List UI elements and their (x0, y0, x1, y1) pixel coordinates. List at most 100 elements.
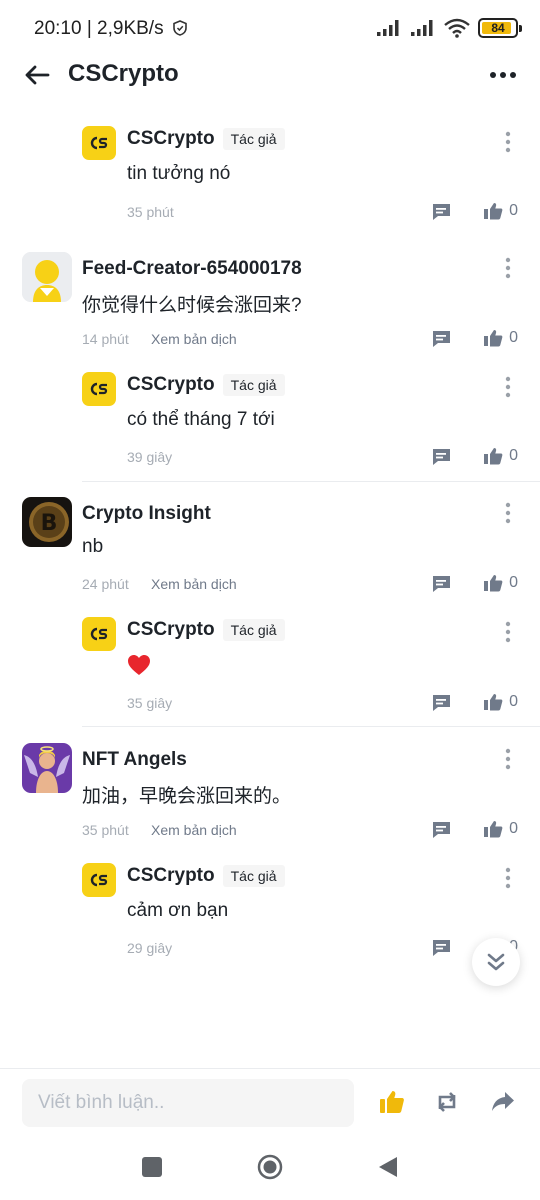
author-row: CSCrypto Tác giả (127, 374, 285, 396)
scroll-to-bottom-button[interactable] (472, 938, 520, 986)
thumbs-up-icon (484, 694, 503, 711)
kebab-menu-icon[interactable] (502, 502, 514, 524)
kebab-menu-icon[interactable] (502, 867, 514, 889)
comment-time: 35 phút (82, 822, 129, 838)
author-row: Crypto Insight (82, 503, 211, 525)
system-nav-bar (0, 1144, 540, 1200)
author-row: CSCrypto Tác giả (127, 619, 285, 641)
cscrypto-logo-icon[interactable] (82, 126, 116, 160)
reply-icon[interactable] (430, 574, 452, 594)
signal-icon (377, 20, 399, 36)
thumbs-up-icon (484, 330, 503, 347)
like-count: 0 (509, 202, 518, 219)
kebab-menu-icon[interactable] (502, 257, 514, 279)
author-name[interactable]: CSCrypto (127, 619, 215, 641)
repost-icon[interactable] (434, 1089, 460, 1115)
author-tag: Tác giả (222, 865, 285, 887)
battery-icon: 84 (478, 18, 522, 38)
kebab-menu-icon[interactable] (502, 376, 514, 398)
reply-icon[interactable] (430, 329, 452, 349)
default-user-avatar-icon[interactable] (22, 252, 72, 302)
share-icon[interactable] (490, 1089, 516, 1115)
author-row: NFT Angels (82, 749, 187, 771)
reply-item: CSCrypto Tác giả tin tưởng nó 35 phút 0 (0, 124, 540, 234)
comment-text: 你觉得什么时候会涨回来? (82, 295, 302, 316)
like-count: 0 (509, 447, 518, 464)
kebab-menu-icon[interactable] (502, 621, 514, 643)
thread-divider (82, 726, 540, 727)
reply-item: CSCrypto Tác giả 35 giây 0 (0, 615, 540, 725)
author-row: Feed-Creator-654000178 (82, 258, 302, 280)
like-count: 0 (509, 329, 518, 346)
red-heart-icon (128, 655, 150, 675)
reply-icon[interactable] (430, 202, 452, 222)
status-time-text: 20:10 | 2,9KB/s (34, 18, 164, 39)
like-button[interactable]: 0 (483, 447, 518, 465)
kebab-menu-icon[interactable] (502, 748, 514, 770)
translate-link[interactable]: Xem bản dịch (151, 331, 237, 347)
thread-divider (82, 481, 540, 482)
reply-icon[interactable] (430, 447, 452, 467)
comment-input[interactable] (22, 1079, 354, 1127)
like-button[interactable]: 0 (483, 693, 518, 711)
thumbs-up-icon (484, 575, 503, 592)
author-row: CSCrypto Tác giả (127, 865, 285, 887)
comment-time: 35 giây (127, 695, 173, 711)
translate-link[interactable]: Xem bản dịch (151, 576, 237, 592)
comment-time: 35 phút (127, 204, 174, 220)
comment-time: 29 giây (127, 940, 173, 956)
like-button[interactable]: 0 (483, 202, 518, 220)
home-circle-icon[interactable] (257, 1154, 283, 1180)
kebab-menu-icon[interactable] (502, 131, 514, 153)
comment-text: tin tưởng nó (127, 163, 231, 184)
like-button[interactable]: 0 (483, 574, 518, 592)
back-triangle-icon[interactable] (375, 1154, 401, 1180)
reply-icon[interactable] (430, 693, 452, 713)
author-name[interactable]: Crypto Insight (82, 503, 211, 525)
comment-bar (0, 1068, 540, 1144)
wifi-icon (444, 18, 470, 38)
recents-square-icon[interactable] (139, 1154, 165, 1180)
cscrypto-logo-icon[interactable] (82, 617, 116, 651)
thumbs-up-icon (484, 448, 503, 465)
bitcoin-coin-avatar-icon[interactable]: B (22, 497, 72, 547)
reply-icon[interactable] (430, 820, 452, 840)
angel-character-avatar-icon[interactable] (22, 743, 72, 793)
more-options-icon[interactable] (488, 64, 518, 86)
thumbs-up-icon (484, 203, 503, 220)
comment-time: 24 phút (82, 576, 129, 592)
comment-item: Feed-Creator-654000178 你觉得什么时候会涨回来? 14 p… (0, 252, 540, 362)
header: CSCrypto (0, 56, 540, 96)
cscrypto-logo-icon[interactable] (82, 372, 116, 406)
author-tag: Tác giả (222, 374, 285, 396)
author-row: CSCrypto Tác giả (127, 128, 285, 150)
comment-text: có thể tháng 7 tới (127, 409, 275, 430)
reply-item: CSCrypto Tác giả cảm ơn bạn 29 giây 0 (0, 861, 540, 971)
like-count: 0 (509, 820, 518, 837)
status-bar: 20:10 | 2,9KB/s 84 (0, 0, 540, 56)
author-name[interactable]: CSCrypto (127, 865, 215, 887)
translate-link[interactable]: Xem bản dịch (151, 822, 237, 838)
author-name[interactable]: CSCrypto (127, 128, 215, 150)
like-count: 0 (509, 574, 518, 591)
thumbs-up-icon (484, 821, 503, 838)
thumbs-up-icon[interactable] (379, 1089, 405, 1115)
author-tag: Tác giả (222, 128, 285, 150)
author-name[interactable]: Feed-Creator-654000178 (82, 258, 302, 280)
author-name[interactable]: CSCrypto (127, 374, 215, 396)
like-button[interactable]: 0 (483, 329, 518, 347)
svg-text:B: B (41, 511, 58, 536)
like-count: 0 (509, 693, 518, 710)
like-button[interactable]: 0 (483, 820, 518, 838)
cscrypto-logo-icon[interactable] (82, 863, 116, 897)
battery-level: 84 (491, 21, 505, 35)
back-arrow-icon[interactable] (22, 60, 52, 90)
reply-item: CSCrypto Tác giả có thể tháng 7 tới 39 g… (0, 370, 540, 480)
page-title: CSCrypto (68, 60, 179, 87)
reply-icon[interactable] (430, 938, 452, 958)
comment-item: NFT Angels 加油，早晚会涨回来的。 35 phút Xem bản d… (0, 743, 540, 853)
comment-item: B Crypto Insight nb 24 phút Xem bản dịch… (0, 497, 540, 607)
comment-text: 加油，早晚会涨回来的。 (82, 786, 292, 807)
author-name[interactable]: NFT Angels (82, 749, 187, 771)
comment-text: cảm ơn bạn (127, 900, 229, 921)
